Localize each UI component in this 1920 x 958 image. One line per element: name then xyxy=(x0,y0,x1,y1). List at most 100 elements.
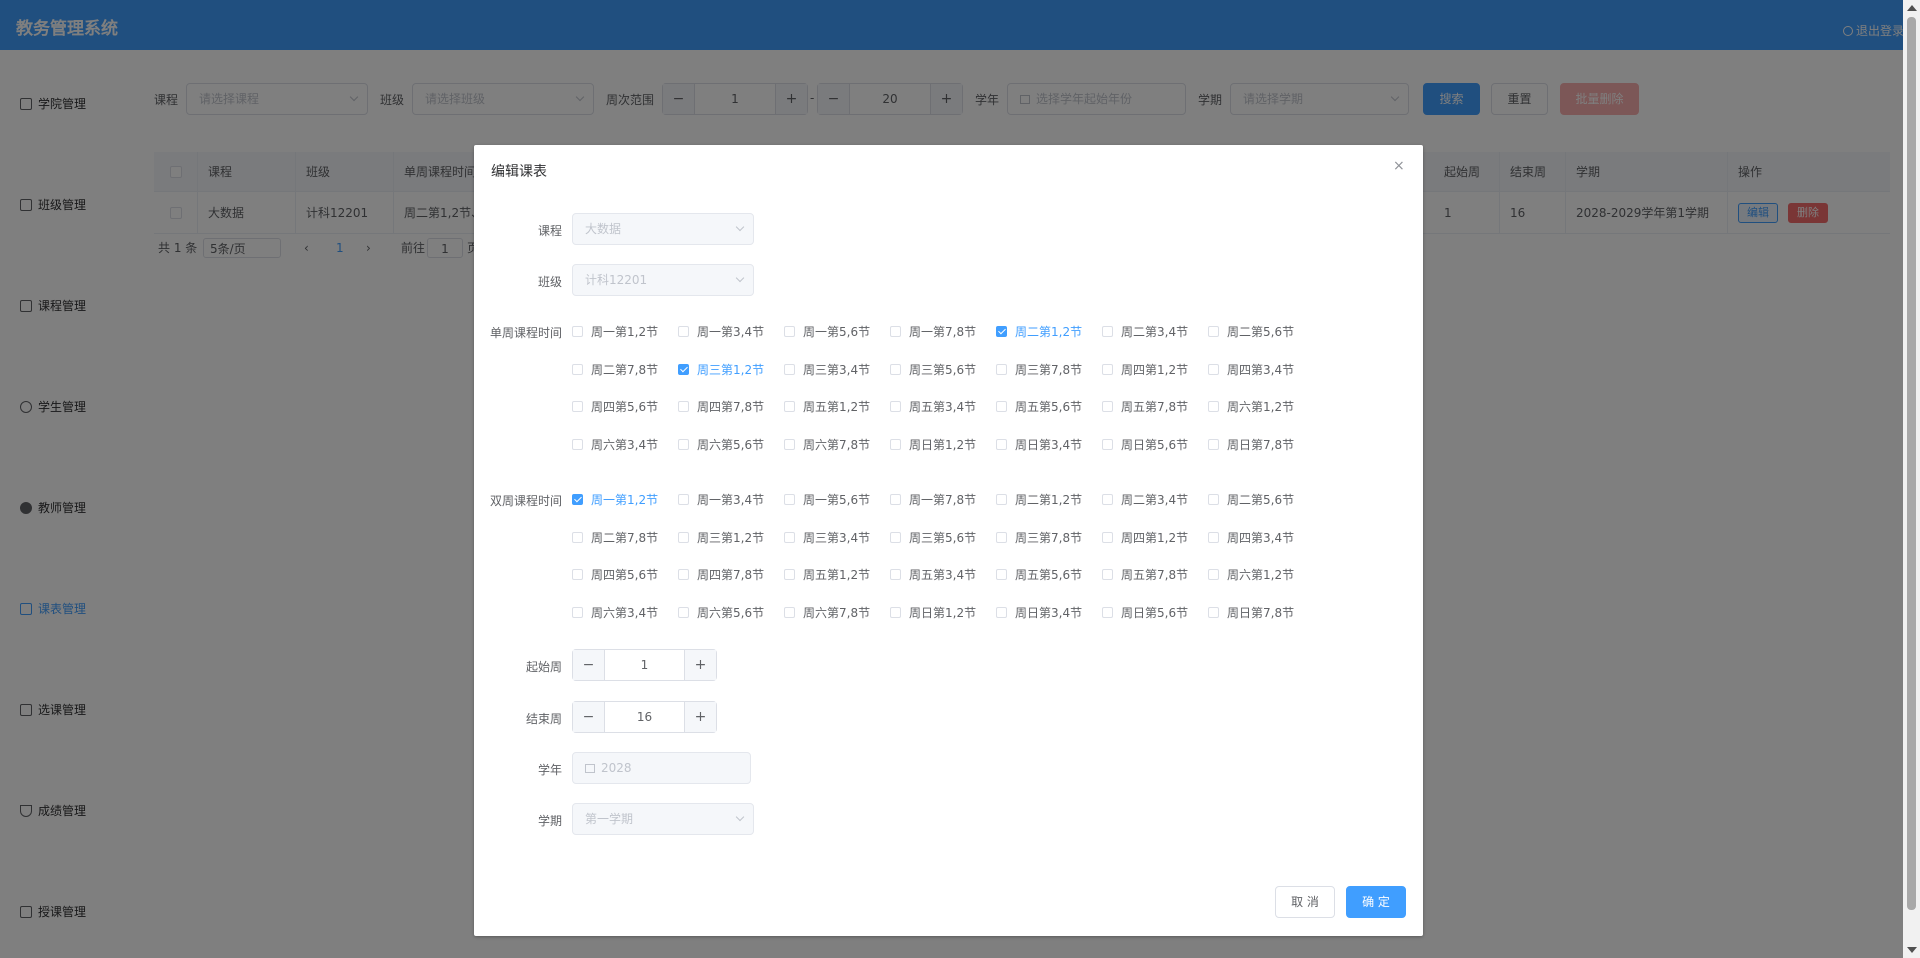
checkbox-box[interactable] xyxy=(1102,438,1113,450)
checkbox-box[interactable] xyxy=(572,531,583,543)
single-week-slot-checkbox[interactable]: 周一第3,4节 xyxy=(678,324,764,340)
checkbox-box[interactable] xyxy=(784,363,795,375)
checkbox-box[interactable] xyxy=(784,606,795,618)
single-week-slot-checkbox[interactable]: 周日第3,4节 xyxy=(996,437,1082,453)
plus-icon[interactable]: + xyxy=(684,650,716,680)
checkbox-box[interactable] xyxy=(572,569,583,580)
checkbox-box[interactable] xyxy=(1208,326,1219,337)
minus-icon[interactable]: − xyxy=(573,702,605,732)
year-picker[interactable]: 2028 xyxy=(572,752,751,784)
checkbox-box[interactable] xyxy=(1208,569,1219,580)
single-week-slot-checkbox[interactable]: 周一第5,6节 xyxy=(784,324,870,340)
checkbox-box[interactable] xyxy=(1208,363,1219,375)
single-week-slot-checkbox[interactable]: 周四第1,2节 xyxy=(1102,362,1188,378)
checkbox-box[interactable] xyxy=(890,401,901,412)
checkbox-box[interactable] xyxy=(784,438,795,450)
course-select[interactable]: 大数据 xyxy=(572,213,754,245)
checkbox-box[interactable] xyxy=(678,569,689,580)
single-week-slot-checkbox[interactable]: 周五第7,8节 xyxy=(1102,399,1188,415)
checkbox-box[interactable] xyxy=(678,326,689,337)
single-week-slot-checkbox[interactable]: 周六第5,6节 xyxy=(678,437,764,453)
single-week-slot-checkbox[interactable]: 周一第7,8节 xyxy=(890,324,976,340)
checkbox-box[interactable] xyxy=(996,363,1007,375)
double-week-slot-checkbox[interactable]: 周六第3,4节 xyxy=(572,605,658,621)
checkbox-box[interactable] xyxy=(1102,401,1113,412)
double-week-slot-checkbox[interactable]: 周二第1,2节 xyxy=(996,492,1082,508)
scroll-down-arrow-icon[interactable] xyxy=(1907,947,1917,953)
single-week-slot-checkbox[interactable]: 周二第7,8节 xyxy=(572,362,658,378)
start-week-stepper[interactable]: −1 + xyxy=(572,649,717,681)
checkbox-box[interactable] xyxy=(1102,326,1113,337)
double-week-slot-checkbox[interactable]: 周二第5,6节 xyxy=(1208,492,1294,508)
double-week-slot-checkbox[interactable]: 周三第3,4节 xyxy=(784,530,870,546)
checkbox-box[interactable] xyxy=(784,531,795,543)
double-week-slot-checkbox[interactable]: 周四第5,6节 xyxy=(572,567,658,583)
checkbox-box[interactable] xyxy=(572,494,583,505)
single-week-slot-checkbox[interactable]: 周四第3,4节 xyxy=(1208,362,1294,378)
checkbox-box[interactable] xyxy=(678,606,689,618)
single-week-slot-checkbox[interactable]: 周四第5,6节 xyxy=(572,399,658,415)
confirm-button[interactable]: 确 定 xyxy=(1346,886,1406,918)
checkbox-box[interactable] xyxy=(1208,494,1219,505)
double-week-slot-checkbox[interactable]: 周一第7,8节 xyxy=(890,492,976,508)
checkbox-box[interactable] xyxy=(890,363,901,375)
single-week-slot-checkbox[interactable]: 周日第1,2节 xyxy=(890,437,976,453)
single-week-slot-checkbox[interactable]: 周三第3,4节 xyxy=(784,362,870,378)
cancel-button[interactable]: 取 消 xyxy=(1275,886,1335,918)
double-week-slot-checkbox[interactable]: 周三第1,2节 xyxy=(678,530,764,546)
single-week-slot-checkbox[interactable]: 周五第5,6节 xyxy=(996,399,1082,415)
double-week-slot-checkbox[interactable]: 周四第1,2节 xyxy=(1102,530,1188,546)
checkbox-box[interactable] xyxy=(678,494,689,505)
checkbox-box[interactable] xyxy=(572,326,583,337)
checkbox-box[interactable] xyxy=(678,531,689,543)
checkbox-box[interactable] xyxy=(572,606,583,618)
single-week-slot-checkbox[interactable]: 周二第5,6节 xyxy=(1208,324,1294,340)
checkbox-box[interactable] xyxy=(890,494,901,505)
double-week-slot-checkbox[interactable]: 周日第5,6节 xyxy=(1102,605,1188,621)
single-week-slot-checkbox[interactable]: 周二第3,4节 xyxy=(1102,324,1188,340)
single-week-slot-checkbox[interactable]: 周六第7,8节 xyxy=(784,437,870,453)
checkbox-box[interactable] xyxy=(890,438,901,450)
single-week-slot-checkbox[interactable]: 周三第5,6节 xyxy=(890,362,976,378)
checkbox-box[interactable] xyxy=(996,401,1007,412)
checkbox-box[interactable] xyxy=(996,606,1007,618)
single-week-slot-checkbox[interactable]: 周三第7,8节 xyxy=(996,362,1082,378)
checkbox-box[interactable] xyxy=(678,438,689,450)
double-week-slot-checkbox[interactable]: 周二第3,4节 xyxy=(1102,492,1188,508)
double-week-slot-checkbox[interactable]: 周四第7,8节 xyxy=(678,567,764,583)
double-week-slot-checkbox[interactable]: 周日第3,4节 xyxy=(996,605,1082,621)
double-week-slot-checkbox[interactable]: 周六第5,6节 xyxy=(678,605,764,621)
checkbox-box[interactable] xyxy=(1102,363,1113,375)
close-icon[interactable]: × xyxy=(1393,159,1405,173)
checkbox-box[interactable] xyxy=(996,569,1007,580)
single-week-slot-checkbox[interactable]: 周二第1,2节 xyxy=(996,324,1082,340)
double-week-slot-checkbox[interactable]: 周六第7,8节 xyxy=(784,605,870,621)
checkbox-box[interactable] xyxy=(678,401,689,412)
plus-icon[interactable]: + xyxy=(684,702,716,732)
checkbox-box[interactable] xyxy=(1208,438,1219,450)
checkbox-box[interactable] xyxy=(1208,531,1219,543)
double-week-slot-checkbox[interactable]: 周日第7,8节 xyxy=(1208,605,1294,621)
checkbox-box[interactable] xyxy=(890,569,901,580)
double-week-slot-checkbox[interactable]: 周日第1,2节 xyxy=(890,605,976,621)
scrollbar-thumb[interactable] xyxy=(1907,17,1916,910)
minus-icon[interactable]: − xyxy=(573,650,605,680)
checkbox-box[interactable] xyxy=(1102,569,1113,580)
double-week-slot-checkbox[interactable]: 周六第1,2节 xyxy=(1208,567,1294,583)
checkbox-box[interactable] xyxy=(572,401,583,412)
double-week-slot-checkbox[interactable]: 周五第5,6节 xyxy=(996,567,1082,583)
checkbox-box[interactable] xyxy=(1208,606,1219,618)
double-week-slot-checkbox[interactable]: 周二第7,8节 xyxy=(572,530,658,546)
single-week-slot-checkbox[interactable]: 周日第7,8节 xyxy=(1208,437,1294,453)
double-week-slot-checkbox[interactable]: 周一第5,6节 xyxy=(784,492,870,508)
page-scrollbar[interactable] xyxy=(1903,0,1920,958)
checkbox-box[interactable] xyxy=(784,326,795,337)
double-week-slot-checkbox[interactable]: 周三第5,6节 xyxy=(890,530,976,546)
class-select[interactable]: 计科12201 xyxy=(572,264,754,296)
scroll-up-arrow-icon[interactable] xyxy=(1907,5,1917,11)
checkbox-box[interactable] xyxy=(678,363,689,375)
checkbox-box[interactable] xyxy=(890,606,901,618)
checkbox-box[interactable] xyxy=(572,438,583,450)
term-select[interactable]: 第一学期 xyxy=(572,803,754,835)
double-week-slot-checkbox[interactable]: 周一第1,2节 xyxy=(572,492,658,508)
